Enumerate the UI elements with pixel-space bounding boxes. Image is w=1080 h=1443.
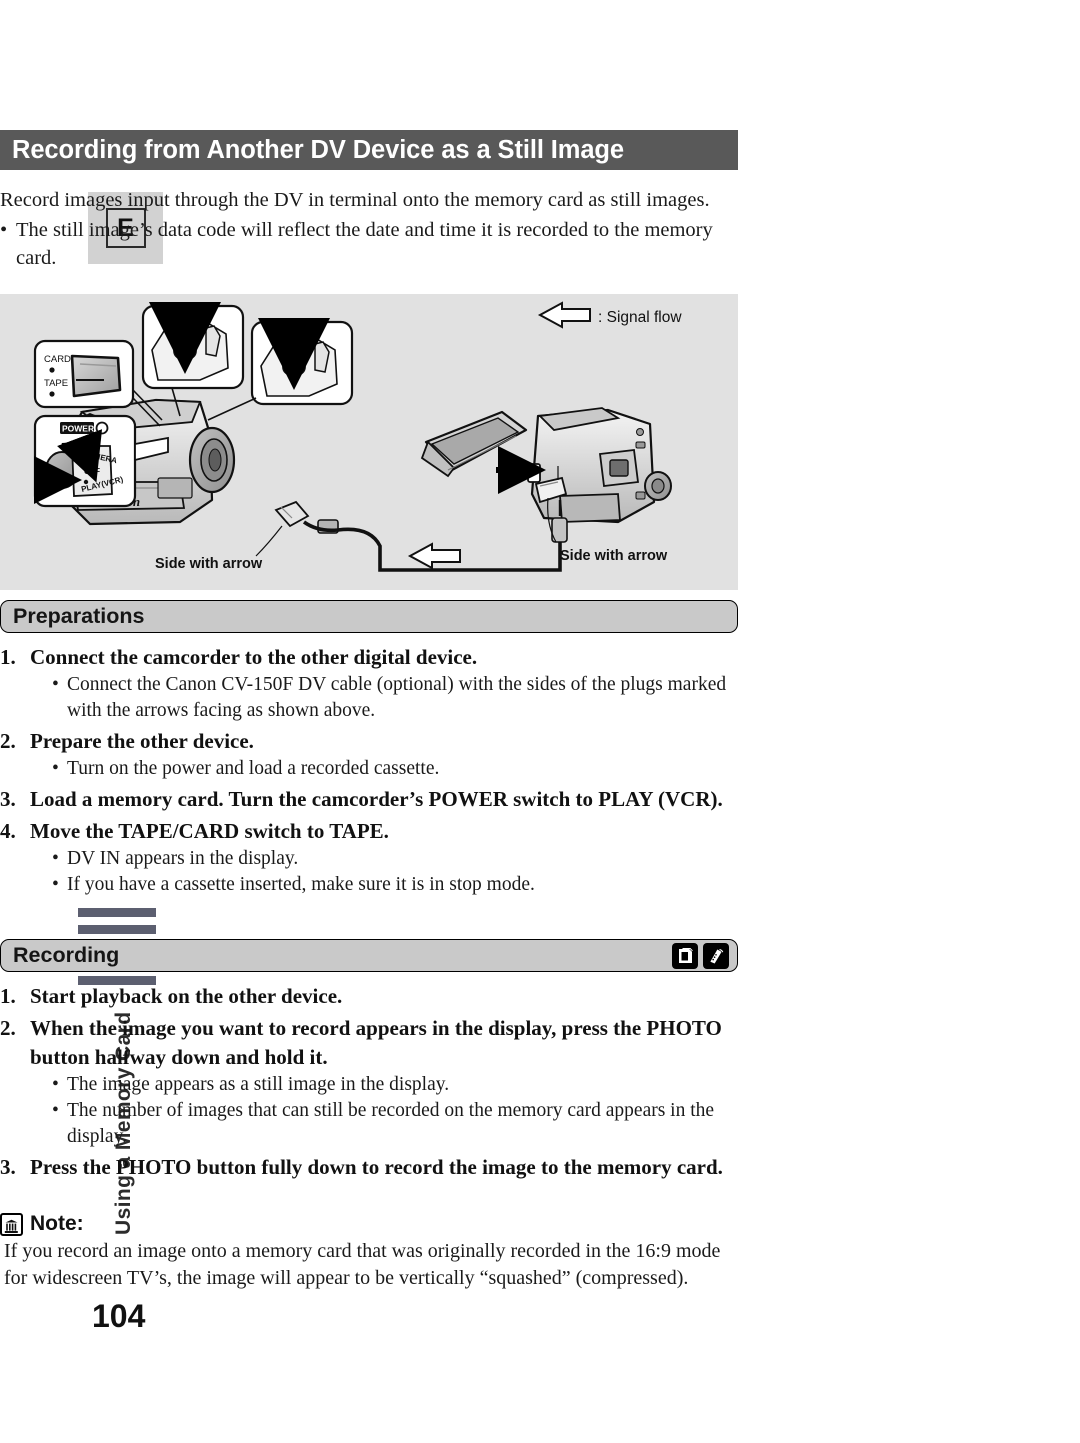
dv-terminal bbox=[527, 463, 541, 483]
step-sub-text: If you have a cassette inserted, make su… bbox=[67, 874, 535, 895]
intro-block: Record images input through the DV in te… bbox=[0, 186, 738, 272]
legend-arrow-icon bbox=[537, 301, 591, 329]
step-item: 3. Press the PHOTO button fully down to … bbox=[0, 1153, 738, 1182]
power-badge-text: POWER bbox=[62, 424, 94, 434]
power-option-off: OFF bbox=[84, 467, 100, 476]
right-camcorder bbox=[420, 407, 672, 524]
bullet-marker: • bbox=[52, 758, 59, 779]
bullet-marker: • bbox=[52, 1074, 59, 1095]
note-text: If you record an image onto a memory car… bbox=[4, 1240, 721, 1289]
step-number: 1. bbox=[0, 984, 16, 1008]
bullet-marker: • bbox=[52, 874, 59, 895]
step-sub-text: Turn on the power and load a recorded ca… bbox=[67, 758, 440, 779]
step-heading: When the image you want to record appear… bbox=[30, 1016, 722, 1069]
note-bullet: • If you record an image onto a memory c… bbox=[0, 1238, 738, 1292]
cable-label-left: Side with arrow bbox=[155, 556, 263, 572]
switch-label-tape: TAPE bbox=[44, 378, 68, 389]
step-number: 3. bbox=[0, 787, 16, 811]
step-number: 4. bbox=[0, 819, 16, 843]
step-number: 3. bbox=[0, 1155, 16, 1179]
intro-bullet: • The still image’s data code will refle… bbox=[0, 216, 738, 272]
step-heading: Press the PHOTO button fully down to rec… bbox=[30, 1155, 723, 1179]
note-header: Note: bbox=[0, 1212, 738, 1236]
chapter-bar bbox=[78, 925, 156, 934]
preparations-steps: 1. Connect the camcorder to the other di… bbox=[0, 643, 738, 901]
card-position-dot bbox=[49, 367, 55, 373]
recording-section-header: Recording bbox=[0, 939, 738, 972]
step-heading: Move the TAPE/CARD switch to TAPE. bbox=[30, 819, 389, 843]
bullet-marker: • bbox=[52, 848, 59, 869]
legend-text: : Signal flow bbox=[598, 309, 682, 326]
page-number: 104 bbox=[92, 1298, 146, 1334]
step-sub-text: DV IN appears in the display. bbox=[67, 848, 299, 869]
bullet-marker: • bbox=[52, 674, 59, 695]
step-sub-bullet: • DV IN appears in the display. bbox=[52, 846, 738, 872]
chapter-bar bbox=[78, 908, 156, 917]
step-item: 4. Move the TAPE/CARD switch to TAPE. • … bbox=[0, 817, 738, 898]
step-heading: Start playback on the other device. bbox=[30, 984, 343, 1008]
bullet-marker: • bbox=[52, 1100, 59, 1121]
step-heading: Load a memory card. Turn the camcorder’s… bbox=[30, 787, 723, 811]
step-heading: Connect the camcorder to the other digit… bbox=[30, 645, 478, 669]
step-item: 3. Load a memory card. Turn the camcorde… bbox=[0, 785, 738, 814]
step-sub-text: The number of images that can still be r… bbox=[67, 1100, 715, 1147]
step-sub-text: The image appears as a still image in th… bbox=[67, 1074, 450, 1095]
note-memo-icon bbox=[0, 1212, 23, 1236]
step-number: 1. bbox=[0, 645, 16, 669]
remote-control-icon bbox=[703, 942, 729, 969]
connection-diagram-svg: Canon CARD TAPE POWER bbox=[33, 301, 682, 572]
step-number: 2. bbox=[0, 1016, 16, 1040]
preparations-section-header: Preparations bbox=[0, 600, 738, 633]
page-title: Recording from Another DV Device as a St… bbox=[12, 135, 624, 164]
step-heading: Prepare the other device. bbox=[30, 729, 254, 753]
memory-card-icon bbox=[672, 942, 698, 969]
step-item: 2. Prepare the other device. • Turn on t… bbox=[0, 727, 738, 782]
note-block: Note: • If you record an image onto a me… bbox=[0, 1212, 738, 1292]
note-label: Note: bbox=[30, 1212, 84, 1235]
step-sub-bullet: • Connect the Canon CV-150F DV cable (op… bbox=[52, 672, 738, 724]
step-item: 2. When the image you want to record app… bbox=[0, 1014, 738, 1150]
page-title-bar: Recording from Another DV Device as a St… bbox=[0, 130, 738, 170]
signal-flow-legend: : Signal flow bbox=[537, 301, 682, 329]
connection-diagram: Canon CARD TAPE POWER bbox=[0, 294, 738, 590]
tape-position-dot bbox=[49, 391, 55, 397]
switch-label-card: CARD bbox=[44, 354, 71, 365]
recording-steps: 1. Start playback on the other device. 2… bbox=[0, 982, 738, 1185]
step-sub-bullet: • The image appears as a still image in … bbox=[52, 1072, 738, 1098]
step-sub-bullet: • Turn on the power and load a recorded … bbox=[52, 756, 738, 782]
step-sub-text: Connect the Canon CV-150F DV cable (opti… bbox=[67, 674, 727, 721]
recording-header-icons bbox=[672, 942, 729, 969]
step-number: 2. bbox=[0, 729, 16, 753]
intro-paragraph: Record images input through the DV in te… bbox=[0, 189, 710, 211]
signal-flow-arrow-inline bbox=[407, 542, 461, 570]
cable-label-right: Side with arrow bbox=[560, 548, 668, 564]
bullet-marker: • bbox=[0, 219, 8, 241]
preparations-heading: Preparations bbox=[13, 603, 145, 628]
step-item: 1. Start playback on the other device. bbox=[0, 982, 738, 1011]
step-item: 1. Connect the camcorder to the other di… bbox=[0, 643, 738, 724]
intro-bullet-text: The still image’s data code will reflect… bbox=[16, 219, 713, 269]
recording-heading: Recording bbox=[13, 942, 120, 967]
step-sub-bullet: • If you have a cassette inserted, make … bbox=[52, 872, 738, 898]
step-sub-bullet: • The number of images that can still be… bbox=[52, 1098, 738, 1150]
